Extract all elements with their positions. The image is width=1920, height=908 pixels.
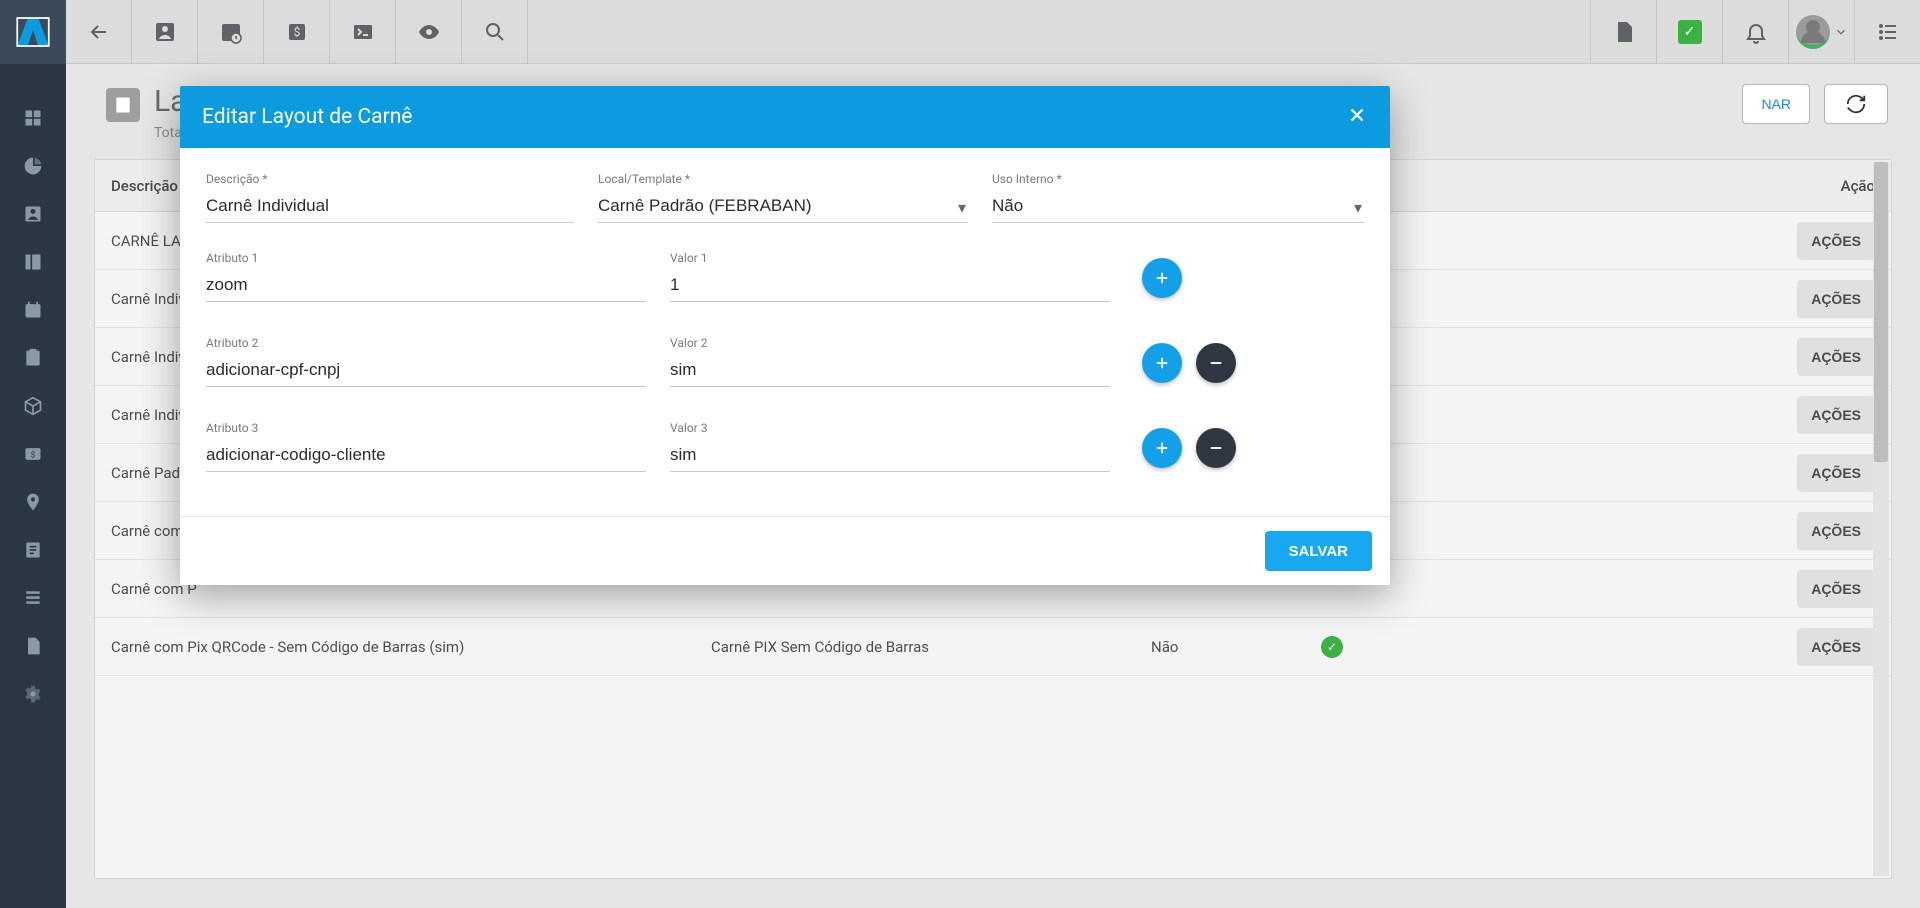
nav-reports[interactable]	[0, 142, 66, 190]
cell-publicado: ✓	[1305, 636, 1781, 658]
input-valor[interactable]	[670, 441, 1110, 472]
add-attribute-button[interactable]	[1142, 258, 1182, 298]
search-icon[interactable]	[462, 0, 528, 64]
edit-layout-modal: Editar Layout de Carnê Descrição * Local…	[180, 86, 1390, 585]
label-descricao: Descrição *	[206, 172, 574, 186]
select-uso-interno[interactable]	[992, 192, 1364, 223]
payment-icon[interactable]: $	[264, 0, 330, 64]
pdf-icon[interactable]	[1590, 0, 1656, 64]
input-valor[interactable]	[670, 271, 1110, 302]
add-attribute-button[interactable]	[1142, 343, 1182, 383]
table-row: Carnê com Pix QRCode - Sem Código de Bar…	[95, 618, 1891, 676]
terminal-icon[interactable]	[330, 0, 396, 64]
label-uso-interno: Uso Interno *	[992, 172, 1364, 186]
field-atributo: Atributo 1	[206, 251, 646, 302]
row-actions-button[interactable]: AÇÕES	[1797, 570, 1875, 608]
nav-dashboard[interactable]	[0, 94, 66, 142]
chevron-down-icon	[1834, 25, 1848, 39]
back-button[interactable]	[66, 0, 132, 64]
doc-icon	[106, 88, 140, 122]
nav-lists[interactable]	[0, 574, 66, 622]
row-actions-button[interactable]: AÇÕES	[1797, 338, 1875, 376]
scrollbar[interactable]	[1873, 162, 1889, 876]
nav-panels[interactable]	[0, 238, 66, 286]
label-atributo: Atributo 1	[206, 251, 646, 265]
nav-billing[interactable]: $	[0, 430, 66, 478]
label-valor: Valor 2	[670, 336, 1110, 350]
attribute-row: Atributo 2 Valor 2	[206, 336, 1364, 387]
cell-template: Carnê PIX Sem Código de Barras	[695, 638, 1135, 656]
modal-header: Editar Layout de Carnê	[180, 86, 1390, 148]
label-valor: Valor 1	[670, 251, 1110, 265]
field-valor: Valor 1	[670, 251, 1110, 302]
row-actions-button[interactable]: AÇÕES	[1797, 628, 1875, 666]
field-valor: Valor 2	[670, 336, 1110, 387]
add-button[interactable]: NAR	[1742, 84, 1810, 124]
app-logo[interactable]	[0, 0, 66, 64]
select-template[interactable]	[598, 192, 968, 223]
field-atributo: Atributo 3	[206, 421, 646, 472]
label-template: Local/Template *	[598, 172, 968, 186]
nav-account[interactable]	[0, 190, 66, 238]
nav-docs[interactable]	[0, 526, 66, 574]
notifications-icon[interactable]	[1722, 0, 1788, 64]
refresh-button[interactable]	[1824, 84, 1888, 124]
nav-products[interactable]	[0, 382, 66, 430]
status-ok-icon[interactable]: ✓	[1656, 0, 1722, 64]
label-valor: Valor 3	[670, 421, 1110, 435]
save-button[interactable]: SALVAR	[1265, 531, 1372, 571]
schedule-icon[interactable]	[198, 0, 264, 64]
preview-icon[interactable]	[396, 0, 462, 64]
input-atributo[interactable]	[206, 271, 646, 302]
field-template: Local/Template * ▾	[598, 172, 968, 223]
topbar: $ ✓	[66, 0, 1920, 64]
row-actions-button[interactable]: AÇÕES	[1797, 512, 1875, 550]
input-valor[interactable]	[670, 356, 1110, 387]
field-descricao: Descrição *	[206, 172, 574, 223]
nav-file[interactable]	[0, 622, 66, 670]
nav-settings[interactable]	[0, 670, 66, 718]
user-avatar[interactable]	[1788, 0, 1854, 64]
modal-title: Editar Layout de Carnê	[202, 105, 412, 129]
label-atributo: Atributo 2	[206, 336, 646, 350]
row-actions-button[interactable]: AÇÕES	[1797, 222, 1875, 260]
row-actions-button[interactable]: AÇÕES	[1797, 454, 1875, 492]
nav-calendar[interactable]	[0, 286, 66, 334]
cell-descricao: Carnê com Pix QRCode - Sem Código de Bar…	[95, 638, 695, 656]
nav-location[interactable]	[0, 478, 66, 526]
close-icon[interactable]	[1346, 104, 1368, 130]
remove-attribute-button[interactable]	[1196, 343, 1236, 383]
field-atributo: Atributo 2	[206, 336, 646, 387]
add-attribute-button[interactable]	[1142, 428, 1182, 468]
field-valor: Valor 3	[670, 421, 1110, 472]
input-atributo[interactable]	[206, 441, 646, 472]
modal-footer: SALVAR	[180, 516, 1390, 585]
svg-text:$: $	[31, 449, 36, 460]
input-descricao[interactable]	[206, 192, 574, 223]
svg-text:$: $	[293, 25, 300, 39]
label-atributo: Atributo 3	[206, 421, 646, 435]
contact-icon[interactable]	[132, 0, 198, 64]
attribute-row: Atributo 1 Valor 1	[206, 251, 1364, 302]
remove-attribute-button[interactable]	[1196, 428, 1236, 468]
input-atributo[interactable]	[206, 356, 646, 387]
cell-uso: Não	[1135, 638, 1305, 656]
menu-icon[interactable]	[1854, 0, 1920, 64]
row-actions-button[interactable]: AÇÕES	[1797, 280, 1875, 318]
field-uso-interno: Uso Interno * ▾	[992, 172, 1364, 223]
left-rail: $	[0, 0, 66, 908]
nav-tasks[interactable]	[0, 334, 66, 382]
attribute-row: Atributo 3 Valor 3	[206, 421, 1364, 472]
row-actions-button[interactable]: AÇÕES	[1797, 396, 1875, 434]
